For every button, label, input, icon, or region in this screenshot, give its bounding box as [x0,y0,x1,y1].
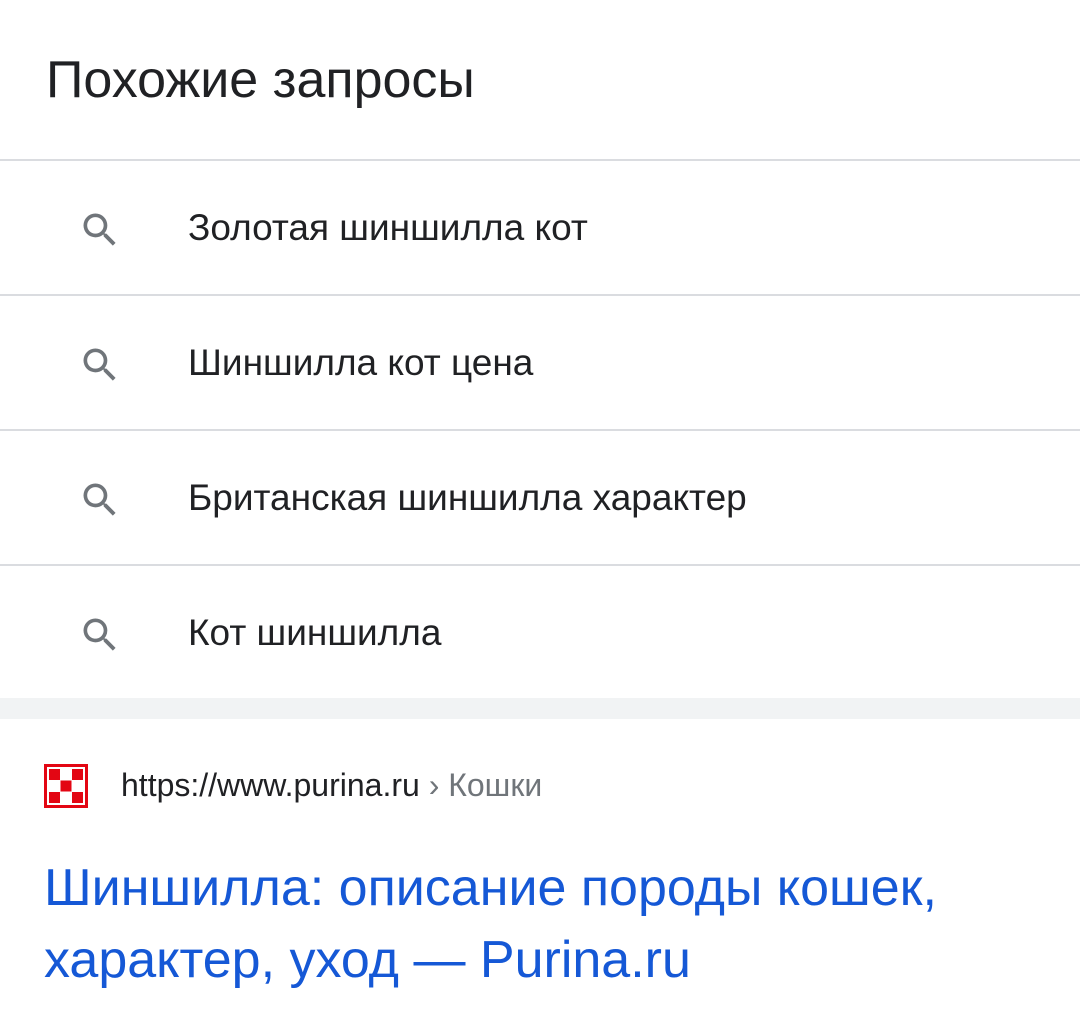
breadcrumb-separator: › [428,767,440,803]
related-search-item[interactable]: Шиншилла кот цена [0,296,1080,431]
search-icon [83,483,116,516]
search-results-page: Похожие запросы Золотая шиншилла кот Шин… [0,0,1080,1028]
search-result: https://www.purina.ru › Кошки Шиншилла: … [0,719,1080,1028]
related-search-item[interactable]: Золотая шиншилла кот [0,161,1080,296]
related-search-item[interactable]: Кот шиншилла [0,566,1080,701]
search-icon [83,213,116,246]
search-icon [83,348,116,381]
section-divider-band [0,698,1080,719]
result-title-link[interactable]: Шиншилла: описание породы кошек, характе… [44,852,1044,996]
search-icon [83,618,116,651]
related-search-label: Кот шиншилла [188,612,442,653]
related-searches-list: Золотая шиншилла кот Шиншилла кот цена Б… [0,159,1080,701]
result-domain: https://www.purina.ru [121,767,420,803]
related-search-label: Шиншилла кот цена [188,342,534,383]
result-url[interactable]: https://www.purina.ru › Кошки [121,764,542,806]
result-breadcrumb: Кошки [448,767,543,803]
related-searches-title: Похожие запросы [46,51,475,109]
related-search-label: Золотая шиншилла кот [188,207,588,248]
purina-favicon[interactable] [44,764,88,808]
related-search-item[interactable]: Британская шиншилла характер [0,431,1080,566]
related-search-label: Британская шиншилла характер [188,477,747,518]
